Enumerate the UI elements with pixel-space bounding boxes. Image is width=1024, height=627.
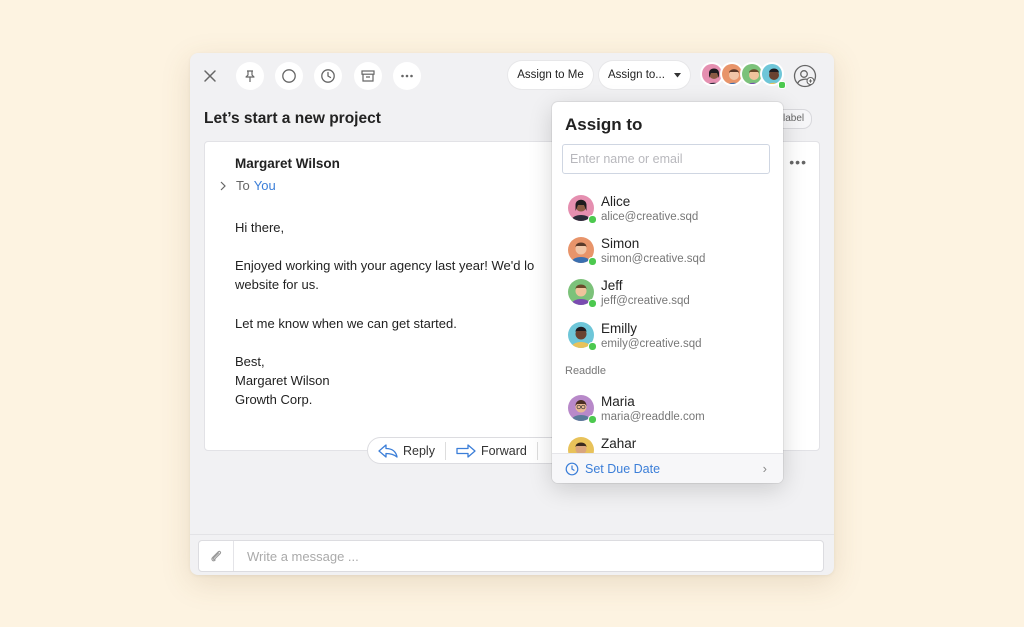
forward-label: Forward: [480, 443, 527, 458]
assign-to-label: Assign to...: [608, 69, 665, 81]
set-due-date-label: Set Due Date: [585, 462, 661, 476]
more-icon[interactable]: [393, 62, 421, 90]
assignee-item-jeff[interactable]: Jeff jeff@creative.sqd: [552, 276, 783, 316]
assignee-email: jeff@creative.sqd: [601, 295, 690, 307]
body-line: Enjoyed working with your agency last ye…: [235, 258, 535, 273]
assignee-item-emilly[interactable]: Emilly emily@creative.sqd: [552, 319, 783, 359]
reply-button[interactable]: Reply: [368, 438, 445, 463]
body-line: website for us.: [235, 277, 319, 292]
reply-label: Reply: [403, 443, 435, 458]
body-line: Hi there,: [235, 220, 285, 235]
forward-button[interactable]: Forward: [446, 438, 537, 463]
sender-name: Margaret Wilson: [235, 156, 340, 171]
online-indicator: [588, 257, 597, 266]
toolbar: Assign to Me Assign to...: [190, 53, 834, 97]
online-indicator: [588, 215, 597, 224]
popup-title: Assign to: [565, 115, 643, 134]
assignee-item-simon[interactable]: Simon simon@creative.sqd: [552, 234, 783, 274]
online-indicator: [588, 415, 597, 424]
chevron-right-icon: [220, 181, 226, 190]
body-line: Growth Corp.: [235, 392, 313, 407]
chevron-right-icon: ›: [762, 461, 767, 476]
message-more-icon[interactable]: •••: [789, 154, 807, 170]
assignee-email: maria@readdle.com: [601, 411, 705, 423]
assign-to-dropdown[interactable]: Assign to...: [599, 61, 690, 89]
add-person-icon[interactable]: [791, 62, 819, 90]
body-line: Best,: [235, 354, 265, 369]
body-line: Let me know when we can get started.: [235, 316, 457, 331]
circle-icon[interactable]: [275, 62, 303, 90]
to-prefix: To: [236, 178, 250, 193]
paperclip-icon: [211, 550, 222, 562]
archive-icon[interactable]: [354, 62, 382, 90]
message-input-placeholder[interactable]: Write a message ...: [247, 549, 359, 564]
pin-icon[interactable]: [236, 62, 264, 90]
clock-icon[interactable]: [314, 62, 342, 90]
set-due-date-button[interactable]: Set Due Date ›: [552, 453, 783, 483]
to-recipient[interactable]: You: [254, 178, 276, 193]
recipients-row[interactable]: To You: [219, 178, 276, 193]
assignee-email: simon@creative.sqd: [601, 253, 706, 265]
divider: [190, 534, 834, 535]
assign-to-me-button[interactable]: Assign to Me: [508, 61, 593, 89]
assignee-name: Alice: [601, 194, 631, 209]
clock-icon: [565, 462, 579, 476]
assign-to-me-label: Assign to Me: [517, 69, 584, 81]
assign-to-popup: Assign to Alice alice@creative.sqd Simon…: [552, 102, 783, 483]
forward-icon: [456, 443, 476, 458]
attach-button[interactable]: [199, 541, 234, 571]
assignee-search-input[interactable]: [562, 144, 770, 174]
caret-down-icon: [674, 73, 681, 78]
assignee-item-alice[interactable]: Alice alice@creative.sqd: [552, 192, 783, 232]
body-line: Margaret Wilson: [235, 373, 330, 388]
assignee-email: alice@creative.sqd: [601, 211, 699, 223]
assignee-name: Emilly: [601, 321, 637, 336]
section-label: Readdle: [565, 365, 606, 377]
close-icon[interactable]: [196, 62, 224, 90]
page-title: Let’s start a new project: [204, 110, 381, 127]
assignee-name: Maria: [601, 394, 635, 409]
divider: [536, 441, 538, 460]
assignee-item-maria[interactable]: Maria maria@readdle.com: [552, 392, 783, 432]
message-composer[interactable]: Write a message ...: [198, 540, 824, 572]
assignee-name: Zahar: [601, 436, 637, 451]
assignee-name: Simon: [601, 236, 640, 251]
online-indicator: [778, 81, 786, 89]
online-indicator: [588, 299, 597, 308]
reply-icon: [378, 443, 398, 458]
assignee-email: emily@creative.sqd: [601, 338, 702, 350]
online-indicator: [588, 342, 597, 351]
reply-bar: Reply Forward: [367, 437, 567, 464]
assignee-name: Jeff: [601, 278, 623, 293]
